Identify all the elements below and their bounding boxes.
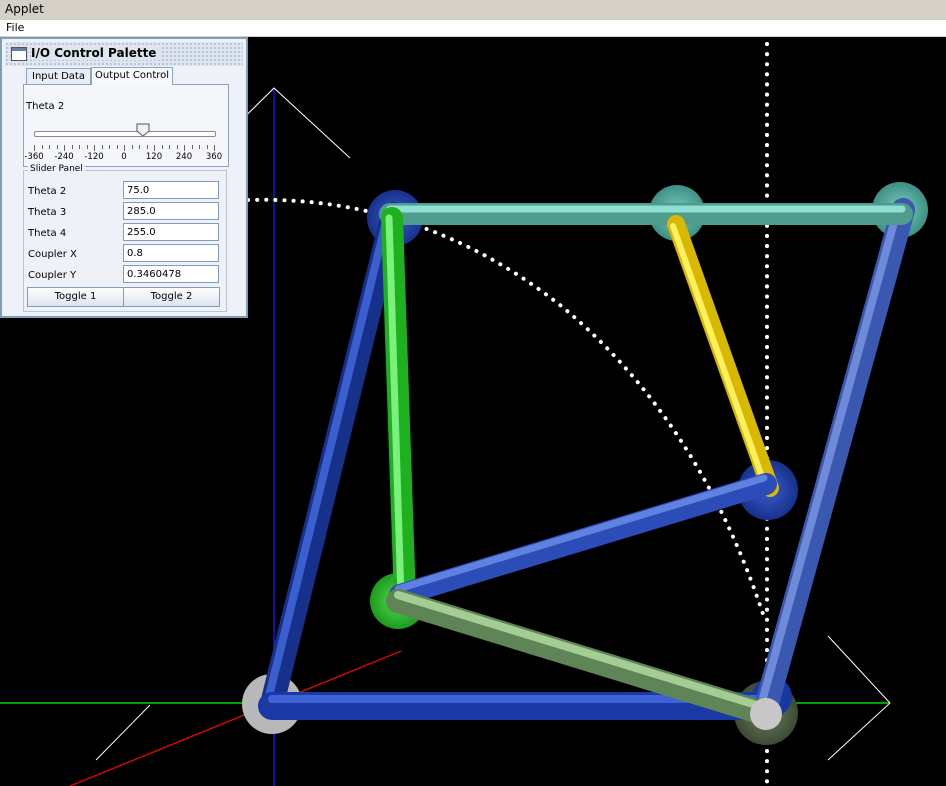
window-icon xyxy=(11,47,27,61)
link-rocker-yellow xyxy=(667,215,779,497)
slider-tick-label: -360 xyxy=(24,152,44,162)
slider-tick-label: 360 xyxy=(205,152,223,162)
theta3-field[interactable]: 285.0 xyxy=(123,202,219,220)
theta2-field[interactable]: 75.0 xyxy=(123,181,219,199)
label-theta3: Theta 3 xyxy=(28,207,67,218)
tab-input-data[interactable]: Input Data xyxy=(26,68,91,84)
slider-tick-label: 120 xyxy=(145,152,163,162)
coupler-y-field[interactable]: 0.3460478 xyxy=(123,265,219,283)
window-title: Applet xyxy=(5,2,44,16)
link-triangle-blue-shine xyxy=(394,474,768,593)
slider-tick xyxy=(176,145,178,149)
slider-label-theta2: Theta 2 xyxy=(26,101,65,112)
toggle-2-button[interactable]: Toggle 2 xyxy=(123,287,220,307)
slider-tick xyxy=(116,145,118,149)
palette-title-bar[interactable]: I/O Control Palette xyxy=(5,42,243,66)
slider-tick xyxy=(131,145,133,149)
slider-tick xyxy=(41,145,43,149)
link-output-rocker xyxy=(756,198,915,712)
slider-tick xyxy=(101,145,103,149)
io-control-palette: I/O Control Palette Input Data Output Co… xyxy=(0,37,248,318)
slider-tick xyxy=(154,145,155,151)
link-output-rocker-shine xyxy=(759,204,902,702)
slider-tick xyxy=(169,145,170,149)
label-coupler-x: Coupler X xyxy=(28,249,77,260)
joint-ground-right-pin xyxy=(750,698,782,730)
slider-tick xyxy=(146,145,148,149)
slider-tick xyxy=(184,145,185,151)
slider-ticks xyxy=(34,145,215,151)
slider-tick-label: -120 xyxy=(84,152,104,162)
output-control-tab-panel: Theta 2 -360 -240 -120 0 120 240 360 xyxy=(23,84,229,167)
slider-tick xyxy=(206,145,208,149)
link-coupler-olive-shine xyxy=(394,591,770,712)
menu-file[interactable]: File xyxy=(6,21,24,34)
theta2-slider-thumb[interactable] xyxy=(136,123,150,137)
slider-tick xyxy=(94,145,95,151)
slider-tick xyxy=(86,145,88,149)
slider-tick-label: -240 xyxy=(54,152,74,162)
label-theta2: Theta 2 xyxy=(28,186,67,197)
slider-tick xyxy=(199,145,200,149)
slider-tick-label: 240 xyxy=(175,152,193,162)
toggle-1-button[interactable]: Toggle 1 xyxy=(27,287,124,307)
slider-tick xyxy=(71,145,73,149)
window-title-bar: Applet xyxy=(0,0,946,21)
slider-tick xyxy=(64,145,65,151)
theta4-field[interactable]: 255.0 xyxy=(123,223,219,241)
slider-tick-label: 0 xyxy=(121,152,127,162)
label-coupler-y: Coupler Y xyxy=(28,270,77,281)
label-theta4: Theta 4 xyxy=(28,228,67,239)
slider-tick xyxy=(139,145,140,149)
slider-tick xyxy=(34,145,35,151)
link-ground-left-diagonal xyxy=(260,202,405,716)
slider-tick xyxy=(109,145,110,149)
link-ground-left-diagonal-shine xyxy=(264,206,393,704)
coupler-x-field[interactable]: 0.8 xyxy=(123,244,219,262)
slider-tick xyxy=(49,145,50,149)
slider-tick xyxy=(191,145,193,149)
theta2-slider-track[interactable] xyxy=(34,131,216,137)
slider-tick xyxy=(79,145,80,149)
palette-title: I/O Control Palette xyxy=(31,46,161,60)
link-triangle-blue xyxy=(389,473,777,606)
menu-bar: File xyxy=(0,20,946,37)
slider-panel-title: Slider Panel xyxy=(28,164,85,174)
tab-output-control[interactable]: Output Control xyxy=(91,67,173,85)
slider-tick xyxy=(214,145,215,151)
slider-tick xyxy=(161,145,163,149)
slider-tick xyxy=(56,145,58,149)
slider-tick xyxy=(124,145,125,151)
